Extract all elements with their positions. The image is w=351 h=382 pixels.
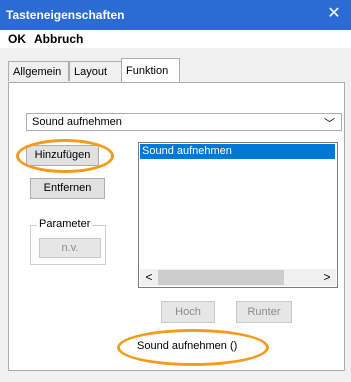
up-button[interactable]: Hoch xyxy=(161,301,215,323)
menu-ok[interactable]: OK xyxy=(8,32,26,46)
scroll-left-icon[interactable]: < xyxy=(141,270,157,285)
highlight-circle-result xyxy=(117,329,269,366)
chevron-down-icon: ﹀ xyxy=(324,118,335,130)
function-dropdown-value: Sound aufnehmen xyxy=(32,116,122,128)
highlight-circle-add xyxy=(16,139,114,173)
title-bar: Tasteneigenschaften ✕ xyxy=(0,0,351,30)
properties-window: Tasteneigenschaften ✕ OK Abbruch Allgeme… xyxy=(0,0,351,382)
parameter-group-label: Parameter xyxy=(37,218,93,230)
tab-layout[interactable]: Layout xyxy=(69,61,122,81)
tab-strip: Allgemein Layout Funktion xyxy=(8,58,344,82)
function-dropdown[interactable]: Sound aufnehmen ﹀ xyxy=(26,113,342,131)
parameter-value-button[interactable]: n.v. xyxy=(39,238,101,258)
tab-funktion[interactable]: Funktion xyxy=(121,58,180,82)
scrollbar-thumb[interactable] xyxy=(158,270,284,285)
tab-allgemein[interactable]: Allgemein xyxy=(8,61,69,81)
down-button[interactable]: Runter xyxy=(236,301,292,323)
action-list[interactable]: Sound aufnehmen < > xyxy=(138,142,338,288)
menu-bar: OK Abbruch xyxy=(0,30,351,48)
horizontal-scrollbar[interactable]: < > xyxy=(140,269,336,286)
remove-button[interactable]: Entfernen xyxy=(30,178,105,199)
menu-cancel[interactable]: Abbruch xyxy=(34,32,83,46)
list-item[interactable]: Sound aufnehmen xyxy=(140,144,335,159)
window-title: Tasteneigenschaften xyxy=(6,8,125,22)
close-icon[interactable]: ✕ xyxy=(325,5,343,23)
scroll-right-icon[interactable]: > xyxy=(319,270,335,285)
